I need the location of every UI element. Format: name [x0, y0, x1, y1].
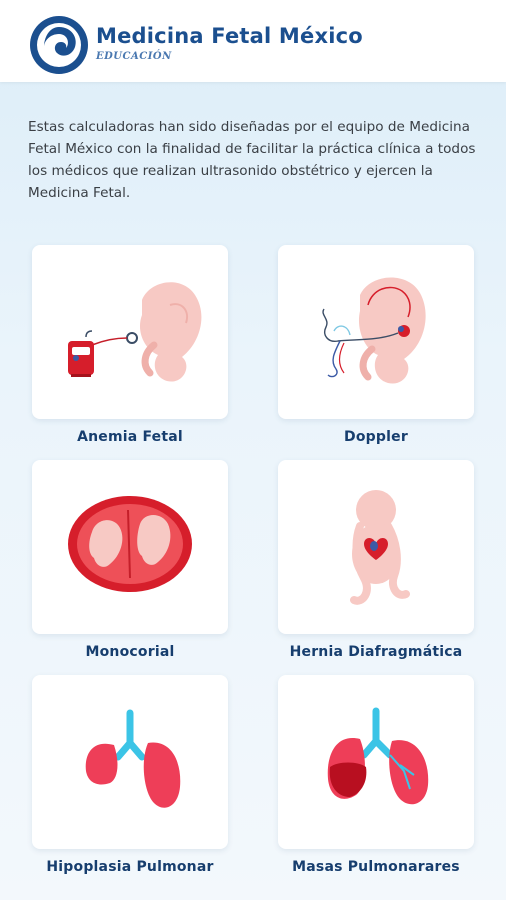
calculator-label-anemia-fetal[interactable]: Anemia Fetal — [15, 429, 245, 445]
intro-text: Estas calculadoras han sido diseñadas po… — [28, 119, 476, 201]
calculator-label-hernia-diafragmatica[interactable]: Hernia Diafragmática — [261, 644, 491, 660]
calculator-label-masas-pulmonarares[interactable]: Masas Pulmonarares — [261, 859, 491, 875]
calculator-card-doppler[interactable] — [278, 245, 474, 419]
swirl-logo-icon — [30, 16, 88, 74]
fetus-transfusion-icon — [68, 282, 202, 382]
calculator-label-monocorial[interactable]: Monocorial — [15, 644, 245, 660]
fetus-heart-icon — [350, 490, 410, 605]
fetus-doppler-icon — [322, 277, 426, 384]
brand-subtitle: EDUCACIÓN — [96, 51, 172, 62]
calculator-card-monocorial[interactable] — [32, 460, 228, 634]
lungs-mass-icon — [327, 707, 429, 805]
twin-placenta-icon — [68, 496, 192, 592]
lungs-icon — [85, 709, 181, 808]
app-header: Medicina Fetal México EDUCACIÓN — [0, 0, 506, 82]
calculator-card-masas-pulmonarares[interactable] — [278, 675, 474, 849]
calculator-card-anemia-fetal[interactable] — [32, 245, 228, 419]
calculator-label-doppler[interactable]: Doppler — [261, 429, 491, 445]
brand-title: Medicina Fetal México — [96, 24, 363, 48]
calculator-label-hipoplasia-pulmonar[interactable]: Hipoplasia Pulmonar — [15, 859, 245, 875]
calculator-card-hernia-diafragmatica[interactable] — [278, 460, 474, 634]
calculator-card-hipoplasia-pulmonar[interactable] — [32, 675, 228, 849]
